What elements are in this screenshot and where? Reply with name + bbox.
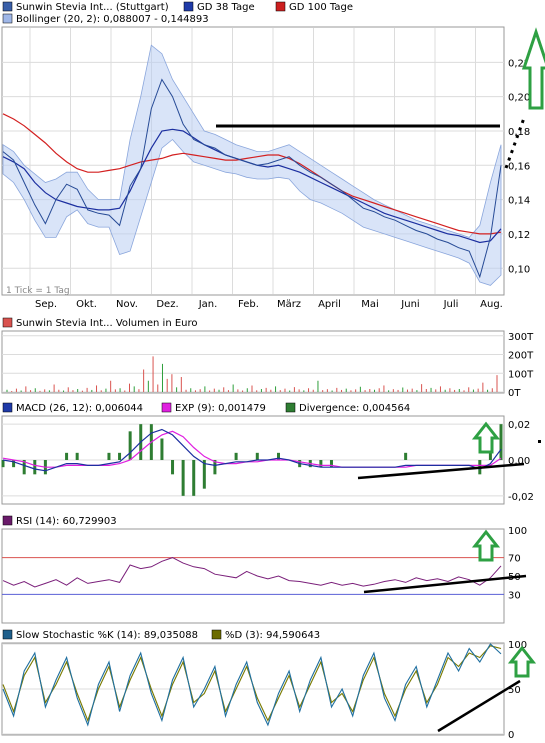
- rsi-legend: RSI (14): 60,729903: [2, 515, 117, 527]
- price-tick-label: 0,12: [508, 230, 530, 241]
- price-tick-label: 0,18: [508, 127, 530, 138]
- rsi-tick-label: 30: [508, 590, 521, 601]
- stoch-k-line: [2, 643, 502, 727]
- x-tick-label: Okt.: [76, 299, 97, 310]
- macd-marker-dot: [538, 440, 541, 443]
- price-legend-label-2: GD 100 Tage: [289, 2, 353, 13]
- x-tick-label: Feb.: [238, 299, 259, 310]
- volume-plot-frame: [1, 330, 505, 394]
- rsi-trendline: [363, 574, 527, 594]
- price-legend-label-0: Sunwin Stevia Int... (Stuttgart): [16, 2, 169, 13]
- rsi-up-arrow-icon: [471, 529, 501, 562]
- stoch-up-arrow-icon: [507, 645, 537, 678]
- stoch-legend: Slow Stochastic %K (14): 89,035088 %D (3…: [2, 629, 320, 641]
- volume-tick-label: 0T: [508, 388, 521, 399]
- volume-y-axis: 300T 200T 100T 0T: [508, 332, 534, 399]
- stoch-tick-label: 50: [508, 685, 521, 696]
- macd-up-arrow-icon: [471, 421, 501, 454]
- rsi-grid: [2, 557, 504, 595]
- volume-grid: [2, 335, 504, 393]
- volume-legend: Sunwin Stevia Int... Volumen in Euro: [2, 317, 198, 329]
- rsi-legend-label: RSI (14): 60,729903: [16, 516, 117, 527]
- stoch-d-legend-label: %D (3): 94,590643: [225, 630, 320, 641]
- rsi-y-axis: 100 70 50 30: [508, 526, 527, 601]
- stoch-tick-label: 0: [508, 730, 514, 741]
- x-tick-label: Jan.: [198, 299, 218, 310]
- rsi-tick-label: 50: [508, 572, 521, 583]
- volume-tick-label: 300T: [508, 332, 534, 343]
- x-tick-label: Mai: [361, 299, 379, 310]
- x-tick-label: Dez.: [156, 299, 178, 310]
- bollinger-legend-label: Bollinger (20, 2): 0,088007 - 0,144893: [16, 14, 209, 25]
- x-tick-label: Juli: [443, 299, 459, 310]
- price-tick-label: 0,14: [508, 196, 530, 207]
- tick-note: 1 Tick = 1 Tag: [6, 286, 70, 296]
- stoch-k-legend-label: Slow Stochastic %K (14): 89,035088: [16, 630, 198, 641]
- price-legend-swatch-1: [183, 1, 194, 12]
- price-tick-label: 0,16: [508, 161, 530, 172]
- macd-y-axis: 0,02 0,00 -0,02: [508, 420, 534, 503]
- macd-line: [2, 428, 502, 472]
- price-legend: Sunwin Stevia Int... (Stuttgart) GD 38 T…: [2, 1, 353, 25]
- rsi-plot-frame: [1, 528, 505, 624]
- x-tick-label: März: [277, 299, 301, 310]
- macd-legend: MACD (26, 12): 0,006044 EXP (9): 0,00147…: [2, 402, 410, 414]
- volume-legend-label: Sunwin Stevia Int... Volumen in Euro: [16, 318, 198, 329]
- macd-tick-label: -0,02: [508, 492, 534, 503]
- price-legend-swatch-0: [2, 1, 13, 12]
- price-tick-label: 0,10: [508, 264, 530, 275]
- x-tick-label: April: [318, 299, 341, 310]
- macd-legend-label: MACD (26, 12): 0,006044: [16, 403, 143, 414]
- x-tick-label: Nov.: [116, 299, 138, 310]
- volume-tick-label: 200T: [508, 351, 534, 362]
- price-y-axis: 0,220,200,180,160,140,120,10: [508, 58, 530, 275]
- volume-tick-label: 100T: [508, 369, 534, 380]
- rsi-tick-label: 70: [508, 554, 521, 565]
- stoch-grid: [2, 643, 504, 735]
- x-tick-label: Aug.: [480, 299, 503, 310]
- divergence-legend-label: Divergence: 0,004564: [299, 403, 410, 414]
- macd-legend-swatch: [2, 402, 13, 413]
- price-tick-label: 0,20: [508, 93, 530, 104]
- stoch-d-legend-swatch: [211, 629, 222, 640]
- chart-canvas: Sunwin Stevia Int... (Stuttgart) GD 38 T…: [1, 1, 545, 741]
- macd-trendline: [357, 462, 525, 480]
- price-legend-swatch-2: [275, 1, 286, 12]
- rsi-tick-label: 100: [508, 526, 527, 537]
- x-tick-label: Sep.: [35, 299, 57, 310]
- price-x-axis: Sep. Okt. Nov. Dez. Jan. Feb. März April Mai Juni…: [35, 299, 503, 310]
- price-legend-label-1: GD 38 Tage: [197, 2, 255, 13]
- rsi-line: [2, 557, 502, 588]
- macd-tick-label: 0,00: [508, 456, 530, 467]
- exp-legend-label: EXP (9): 0,001479: [175, 403, 266, 414]
- x-tick-label: Juni: [400, 299, 419, 310]
- exp-line: [2, 430, 502, 468]
- rsi-legend-swatch: [2, 515, 13, 526]
- macd-tick-label: 0,02: [508, 420, 530, 431]
- exp-legend-swatch: [161, 402, 172, 413]
- volume-bars: [6, 356, 498, 392]
- bollinger-legend-swatch: [2, 13, 13, 24]
- divergence-legend-swatch: [285, 402, 296, 413]
- stoch-k-legend-swatch: [2, 629, 13, 640]
- volume-legend-swatch: [2, 317, 13, 328]
